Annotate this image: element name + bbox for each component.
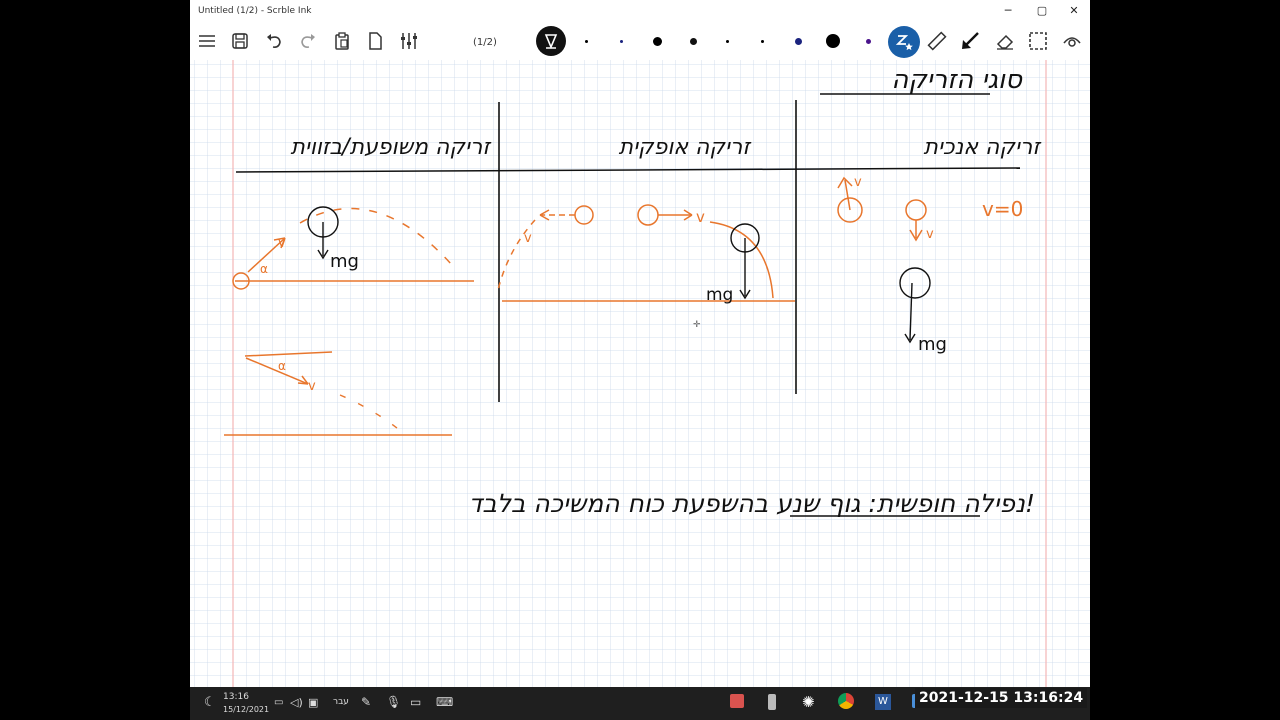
velocity-label: v (308, 379, 316, 394)
language-indicator[interactable]: עבר (333, 697, 349, 707)
pen-color-swatch[interactable] (620, 40, 623, 43)
pen-color-swatch[interactable] (585, 40, 588, 43)
column-heading-angled-throw: זריקה משופעת/בזווית (290, 135, 492, 160)
eraser-icon[interactable] (993, 29, 1017, 53)
redo-icon[interactable] (296, 29, 320, 53)
pen-color-swatch[interactable] (726, 40, 729, 43)
brightness-icon[interactable]: ✺ (802, 693, 815, 711)
ruler-icon[interactable] (925, 29, 949, 53)
keyboard-icon[interactable]: ⌨ (436, 695, 453, 709)
pen-color-swatch[interactable] (690, 38, 697, 45)
taskbar-date[interactable]: 15/12/2021 (223, 705, 269, 714)
lasso-select-icon[interactable] (1026, 29, 1050, 53)
velocity-label: v (278, 236, 286, 251)
angle-label: α (260, 262, 268, 276)
close-button[interactable]: ✕ (1066, 4, 1082, 18)
window-title: Untitled (1/2) - Scrble Ink (198, 6, 312, 16)
toolbar: (1/2) (190, 23, 1090, 60)
cursor-crosshair-icon: ✛ (693, 320, 701, 330)
pen-icon[interactable]: ✎ (361, 695, 371, 709)
app-window: Untitled (1/2) - Scrble Ink ─ ▢ ✕ (1/2) (190, 0, 1090, 720)
notes-heading: סוגי הזריקה (891, 65, 1023, 95)
pen-color-swatch[interactable] (826, 34, 840, 48)
usb-icon[interactable] (768, 694, 776, 710)
page-indicator: (1/2) (473, 37, 497, 48)
taskbar-time[interactable]: 13:16 (223, 692, 249, 702)
velocity-label: v (696, 208, 705, 226)
angle-label: α (278, 359, 286, 373)
maximize-button[interactable]: ▢ (1034, 4, 1050, 18)
menu-icon[interactable] (195, 29, 219, 53)
minimize-button[interactable]: ─ (1000, 4, 1016, 18)
pen-tool-icon[interactable] (536, 26, 566, 56)
recording-timestamp-overlay: 2021-12-15 13:16:24 (915, 688, 1088, 708)
pen-color-swatch[interactable] (761, 40, 764, 43)
app-icon[interactable] (730, 694, 744, 708)
shape-recognition-icon[interactable] (888, 26, 920, 58)
settings-sliders-icon[interactable] (397, 29, 421, 53)
velocity-label: v (926, 227, 934, 242)
new-page-icon[interactable] (363, 29, 387, 53)
pen-color-swatch[interactable] (795, 38, 802, 45)
moon-icon[interactable]: ☾ (204, 695, 216, 710)
network-icon[interactable]: ▣ (308, 696, 318, 709)
pen-color-swatch[interactable] (653, 37, 662, 46)
pen-color-swatch[interactable] (866, 39, 871, 44)
battery-icon[interactable]: ▭ (274, 697, 283, 708)
save-icon[interactable] (228, 29, 252, 53)
free-fall-definition: נפילה חופשית: גוף שנע בהשפעת כוח המשיכה … (469, 489, 1035, 518)
column-heading-horizontal-throw: זריקה אופקית (619, 135, 753, 160)
chrome-icon[interactable] (838, 693, 854, 709)
title-bar: Untitled (1/2) - Scrble Ink ─ ▢ ✕ (190, 0, 1090, 23)
mg-label: mg (706, 285, 733, 305)
column-heading-vertical-throw: זריקה אנכית (924, 135, 1043, 160)
touchpad-icon[interactable]: ▭ (410, 695, 421, 709)
microphone-icon[interactable]: 🎙 (386, 695, 401, 709)
volume-icon[interactable]: ◁) (290, 696, 303, 709)
word-icon[interactable]: W (875, 694, 891, 710)
velocity-label: v (524, 231, 532, 246)
view-mode-icon[interactable] (1060, 29, 1084, 53)
mg-label: mg (918, 334, 947, 355)
paste-icon[interactable] (330, 29, 354, 53)
notebook-canvas[interactable]: סוגי הזריקה זריקה משופעת/בזווית זריקה או… (190, 60, 1090, 687)
undo-icon[interactable] (262, 29, 286, 53)
mg-label: mg (330, 251, 359, 272)
zero-velocity-label: v=0 (982, 197, 1023, 221)
arrow-pointer-icon[interactable] (958, 29, 982, 53)
velocity-label: v (854, 175, 862, 190)
